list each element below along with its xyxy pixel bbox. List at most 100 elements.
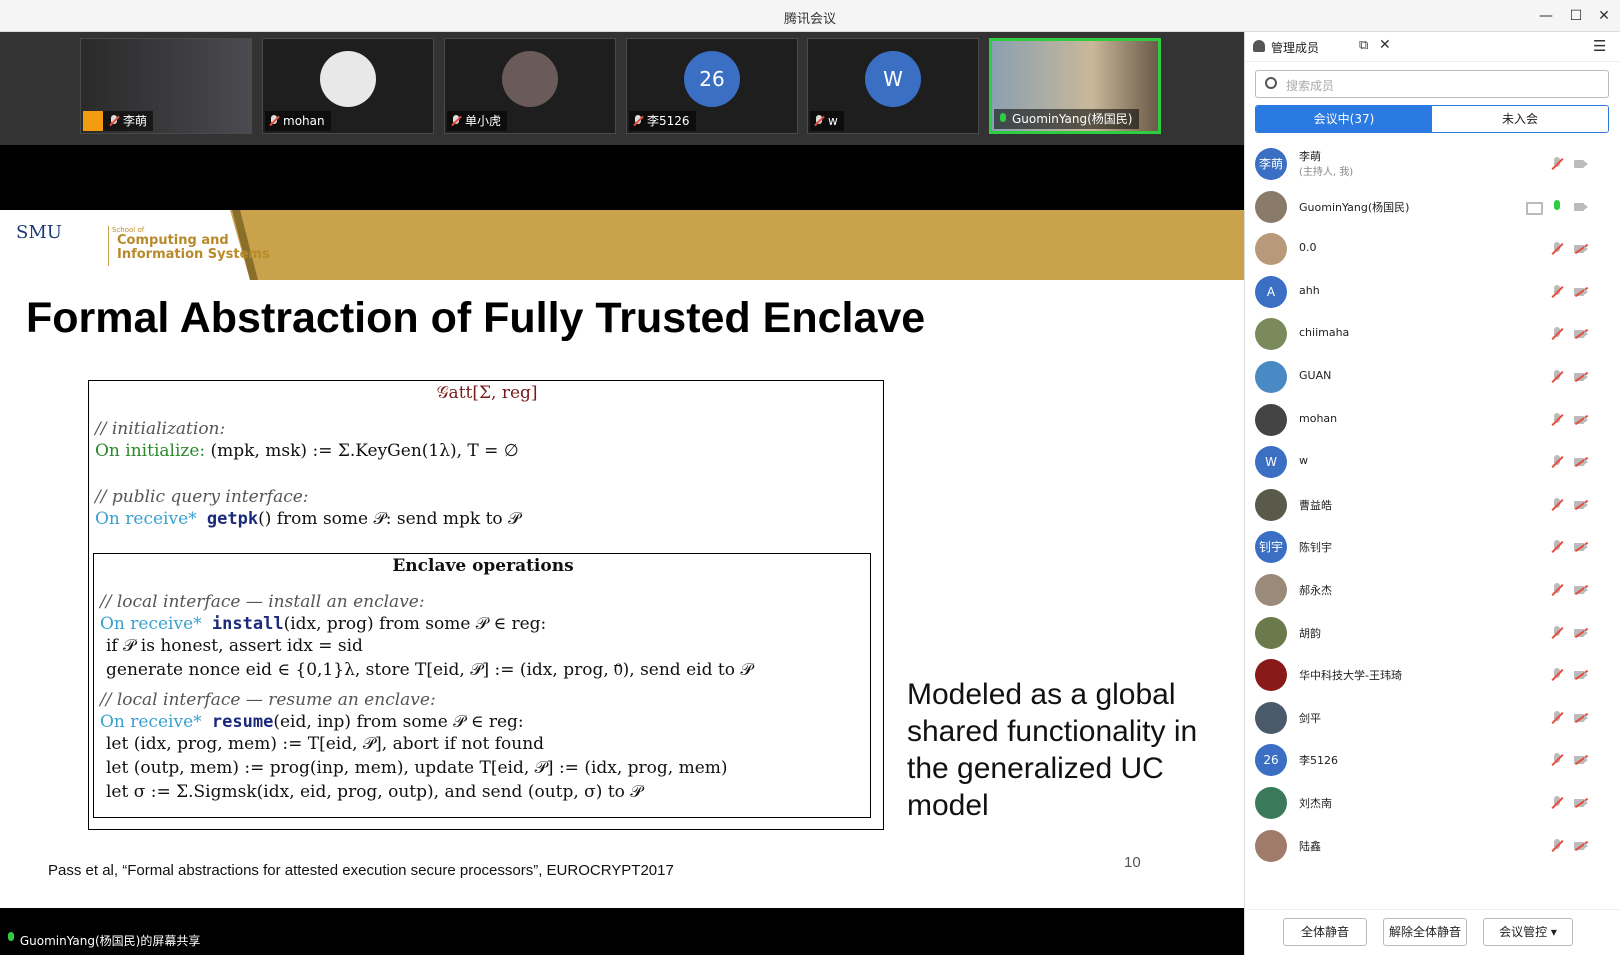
code-line: generate nonce eid ∈ {0,1}λ, store T[eid… [106, 660, 753, 680]
camera-off-icon[interactable] [1573, 539, 1589, 555]
member-name: GUAN [1299, 369, 1332, 382]
camera-off-icon[interactable] [1573, 752, 1589, 768]
video-thumbnail[interactable]: Ww [807, 38, 979, 134]
mic-muted-icon[interactable] [1549, 667, 1565, 683]
member-name: 李5126 [1299, 754, 1338, 768]
meeting-control-button[interactable]: 会议管控 ▾ [1483, 918, 1573, 946]
video-thumbnail[interactable]: 26 李5126 [626, 38, 798, 134]
member-row[interactable]: Ww [1245, 440, 1620, 484]
member-search-input[interactable]: 搜索成员 [1255, 70, 1609, 98]
host-badge-icon [83, 111, 103, 131]
camera-off-icon[interactable] [1573, 795, 1589, 811]
member-panel: 管理成员 ⧉ ✕ ☰ 搜索成员 会议中(37) 未入会 李萌 李萌 (主持人, 我)… [1244, 32, 1620, 955]
close-icon[interactable]: ✕ [1592, 6, 1616, 26]
member-row[interactable]: 曹益皓 [1245, 483, 1620, 527]
avatar: W [1255, 446, 1287, 479]
member-row[interactable]: 郝永杰 [1245, 568, 1620, 612]
member-name: w [1299, 454, 1308, 468]
search-placeholder: 搜索成员 [1286, 79, 1335, 93]
mic-muted-icon[interactable] [1549, 795, 1565, 811]
camera-off-icon[interactable] [1573, 710, 1589, 726]
avatar: 李萌 [1255, 148, 1287, 180]
video-thumbnail[interactable]: mohan [262, 38, 434, 134]
panel-footer: 全体静音 解除全体静音 会议管控 ▾ [1245, 909, 1620, 955]
mic-muted-icon[interactable] [1549, 539, 1565, 555]
member-name: chiimaha [1299, 326, 1350, 340]
avatar: 26 [684, 51, 740, 107]
member-row[interactable]: Aahh [1245, 270, 1620, 314]
mute-all-button[interactable]: 全体静音 [1283, 918, 1367, 946]
member-row[interactable]: 26 李5126 [1245, 738, 1620, 782]
member-row[interactable]: mohan [1245, 398, 1620, 442]
video-thumbnail[interactable]: GuominYang(杨国民) [989, 38, 1161, 134]
camera-off-icon[interactable] [1573, 582, 1589, 598]
camera-off-icon[interactable] [1573, 284, 1589, 300]
camera-off-icon[interactable] [1573, 625, 1589, 641]
minimize-icon[interactable]: — [1534, 6, 1558, 26]
menu-icon[interactable]: ☰ [1593, 37, 1606, 55]
member-row[interactable]: 华中科技大学-王玮琦 [1245, 653, 1620, 697]
close-panel-icon[interactable]: ✕ [1379, 37, 1391, 53]
box-header: 𝒢att[Σ, reg] [436, 383, 538, 403]
camera-off-icon[interactable] [1573, 667, 1589, 683]
camera-off-icon[interactable] [1573, 369, 1589, 385]
camera-off-icon[interactable] [1573, 412, 1589, 428]
unmute-all-button[interactable]: 解除全体静音 [1383, 918, 1467, 946]
camera-icon[interactable] [1573, 199, 1589, 215]
camera-off-icon[interactable] [1573, 326, 1589, 342]
member-row[interactable]: 李萌 李萌 (主持人, 我) [1245, 142, 1620, 186]
screen-share-bar: GuominYang(杨国民)的屏幕共享 [0, 928, 1244, 955]
avatar: W [865, 51, 921, 107]
logo-dept: Computing and Information Systems [117, 234, 270, 262]
member-name: 郝永杰 [1299, 584, 1332, 597]
video-thumbnail[interactable]: 李萌 [80, 38, 252, 134]
member-name: 刘杰南 [1299, 797, 1332, 810]
mic-muted-icon[interactable] [1549, 156, 1565, 172]
member-row[interactable]: 陆鑫 [1245, 824, 1620, 868]
member-row[interactable]: 胡韵 [1245, 611, 1620, 655]
mic-muted-icon[interactable] [1549, 369, 1565, 385]
mic-muted-icon[interactable] [1549, 582, 1565, 598]
avatar [1255, 318, 1287, 351]
camera-off-icon[interactable] [1573, 241, 1589, 257]
participant-name: 单小虎 [465, 114, 502, 128]
maximize-icon[interactable]: ☐ [1564, 6, 1588, 26]
video-thumbnail[interactable]: 单小虎 [444, 38, 616, 134]
member-row[interactable]: chiimaha [1245, 312, 1620, 356]
camera-icon[interactable] [1573, 156, 1589, 172]
camera-off-icon[interactable] [1573, 454, 1589, 470]
camera-off-icon[interactable] [1573, 497, 1589, 513]
inner-header: Enclave operations [392, 556, 574, 576]
mic-muted-icon[interactable] [1549, 412, 1565, 428]
mic-muted-icon [269, 114, 279, 128]
camera-off-icon[interactable] [1573, 838, 1589, 854]
avatar: A [1255, 275, 1287, 308]
mic-muted-icon[interactable] [1549, 497, 1565, 513]
member-row[interactable]: GUAN [1245, 355, 1620, 399]
mic-muted-icon[interactable] [1549, 284, 1565, 300]
logo-dept-line1: Computing and [117, 233, 229, 248]
mic-muted-icon[interactable] [1549, 454, 1565, 470]
member-row[interactable]: 0.0 [1245, 227, 1620, 271]
member-row[interactable]: 剑平 [1245, 696, 1620, 740]
member-tabs: 会议中(37) 未入会 [1255, 105, 1609, 133]
member-row[interactable]: 刘杰南 [1245, 781, 1620, 825]
mic-muted-icon[interactable] [1549, 625, 1565, 641]
mic-muted-icon[interactable] [1549, 710, 1565, 726]
tab-in-meeting[interactable]: 会议中(37) [1256, 106, 1432, 132]
slide-side-text: Modeled as a global shared functionality… [907, 678, 1198, 822]
mic-icon[interactable] [1549, 199, 1565, 215]
mic-muted-icon[interactable] [1549, 326, 1565, 342]
member-row[interactable]: GuominYang(杨国民) [1245, 185, 1620, 229]
tab-not-joined[interactable]: 未入会 [1432, 106, 1608, 132]
participant-name-bar: w [810, 111, 844, 131]
participant-name: w [828, 114, 838, 128]
mic-muted-icon[interactable] [1549, 838, 1565, 854]
member-row[interactable]: 钊宇 陈钊宇 [1245, 525, 1620, 569]
avatar [1255, 659, 1287, 692]
popout-icon[interactable]: ⧉ [1359, 38, 1368, 53]
mic-muted-icon[interactable] [1549, 752, 1565, 768]
mic-muted-icon[interactable] [1549, 241, 1565, 257]
mic-icon [998, 112, 1008, 126]
participant-name-bar: mohan [265, 111, 331, 131]
